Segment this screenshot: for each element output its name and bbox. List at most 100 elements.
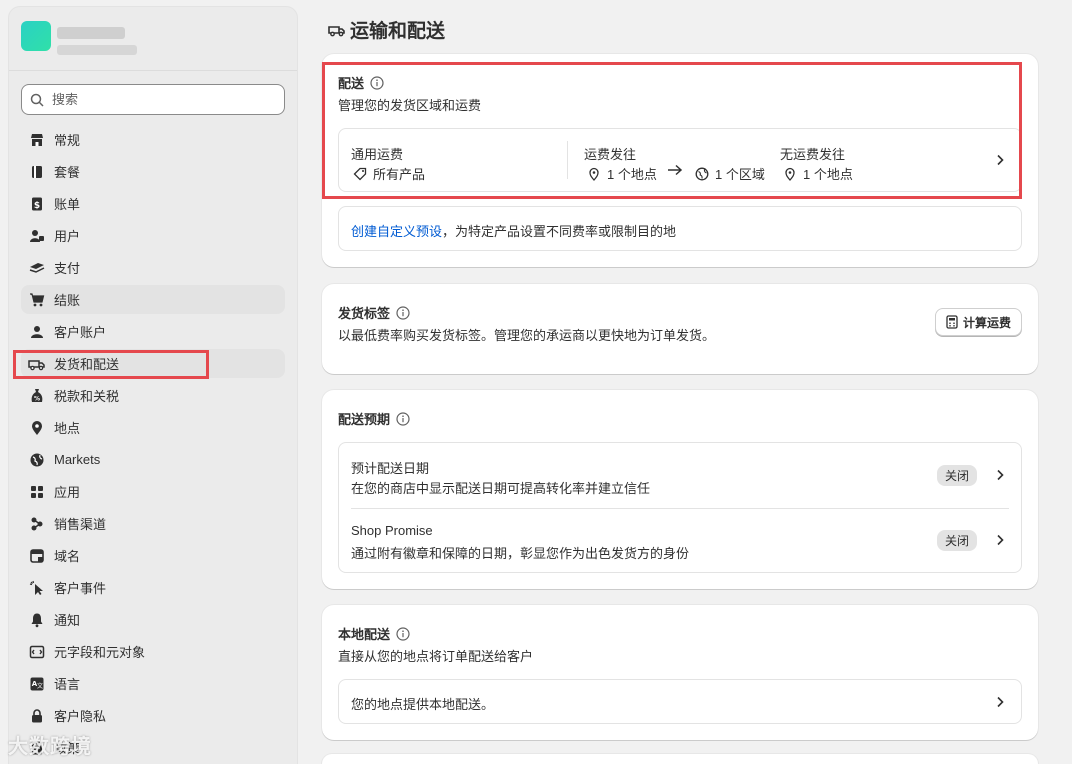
domain-icon <box>27 546 47 566</box>
tag-icon <box>353 167 367 180</box>
truck-icon <box>27 354 47 374</box>
info-icon[interactable] <box>396 626 410 641</box>
person-icon <box>27 322 47 342</box>
cursor-icon <box>27 578 47 598</box>
lock-icon <box>27 706 47 726</box>
row-title: Shop Promise <box>351 523 433 538</box>
delivery-expectations-title: 配送预期 <box>338 409 410 428</box>
sidebar-item-checkout[interactable]: 结账 <box>21 285 285 314</box>
store-icon <box>27 130 47 150</box>
location-icon <box>27 418 47 438</box>
calculate-rates-button[interactable]: 计算运费 <box>934 308 1022 336</box>
one-zone-text: 1 个区域 <box>715 167 765 182</box>
sidebar-item-metafields[interactable]: 元字段和元对象 <box>21 637 285 666</box>
watermark-text: 大数跨境 <box>8 736 92 758</box>
location-pin-icon <box>589 167 599 181</box>
sidebar-item-taxes[interactable]: % 税款和关税 <box>21 381 285 410</box>
apps-icon <box>27 482 47 502</box>
next-card-partial <box>322 754 1038 764</box>
sidebar-item-general[interactable]: 常规 <box>21 125 285 154</box>
shipping-title-text: 配送 <box>338 76 365 91</box>
sidebar-item-notifications[interactable]: 通知 <box>21 605 285 634</box>
cart-icon <box>27 290 47 310</box>
local-delivery-desc: 直接从您的地点将订单配送给客户 <box>338 649 534 664</box>
sidebar-item-label: 发货和配送 <box>54 357 120 372</box>
delivery-expectations-list: 预计配送日期 在您的商店中显示配送日期可提高转化率并建立信任 关闭 Shop P… <box>338 442 1022 573</box>
page-title-text: 运输和配送 <box>350 21 446 42</box>
sidebar-item-label: 常规 <box>54 133 81 148</box>
sidebar-item-customer-accounts[interactable]: 客户账户 <box>21 317 285 346</box>
custom-profile-row: 创建自定义预设，为特定产品设置不同费率或限制目的地 <box>338 206 1022 251</box>
sidebar-item-label: 账单 <box>54 197 81 212</box>
ship-to-zones: 1 个区域 <box>695 164 765 183</box>
delivery-expectations-card: 配送预期 预计配送日期 在您的商店中显示配送日期可提高转化率并建立信任 关闭 S… <box>322 390 1038 589</box>
shop-promise-row[interactable]: Shop Promise 通过附有徽章和保障的日期，彰显您作为出色发货方的身份 … <box>339 508 1021 573</box>
sidebar-item-payments[interactable]: 支付 <box>21 253 285 282</box>
calculator-icon <box>946 315 958 329</box>
sidebar-item-domains[interactable]: 域名 <box>21 541 285 570</box>
sidebar-item-users[interactable]: 用户 <box>21 221 285 250</box>
search-input[interactable] <box>52 92 272 107</box>
sidebar-item-label: 客户隐私 <box>54 709 107 724</box>
svg-text:%: % <box>34 395 40 402</box>
chevron-right-icon[interactable] <box>995 534 1005 546</box>
sidebar-item-sales-channels[interactable]: 销售渠道 <box>21 509 285 538</box>
sidebar-item-label: 客户事件 <box>54 581 107 596</box>
location-pin-icon <box>785 167 795 181</box>
svg-text:文: 文 <box>37 682 43 690</box>
info-icon[interactable] <box>396 411 410 426</box>
general-rates-row[interactable]: 通用运费 所有产品 运费发往 1 个地点 1 个区域 无运费发往 1 个地点 <box>338 128 1022 192</box>
sidebar-item-billing[interactable]: $ 账单 <box>21 189 285 218</box>
sidebar-item-locations[interactable]: 地点 <box>21 413 285 442</box>
sidebar-item-languages[interactable]: A文 语言 <box>21 669 285 698</box>
sidebar-item-label: 套餐 <box>54 165 81 180</box>
delivery-expectations-title-text: 配送预期 <box>338 412 391 427</box>
sidebar-item-label: 税款和关税 <box>54 389 120 404</box>
store-header[interactable] <box>9 7 297 71</box>
payments-icon <box>27 258 47 278</box>
sidebar-item-markets[interactable]: Markets <box>21 445 285 474</box>
sidebar-item-plan[interactable]: 套餐 <box>21 157 285 186</box>
one-location-text: 1 个地点 <box>607 167 657 182</box>
search-icon <box>30 93 44 107</box>
labels-card-title: 发货标签 <box>338 303 410 322</box>
sidebar-item-apps[interactable]: 应用 <box>21 477 285 506</box>
status-badge: 关闭 <box>936 465 977 486</box>
sidebar-item-customer-events[interactable]: 客户事件 <box>21 573 285 602</box>
shipping-card-title: 配送 <box>338 73 384 92</box>
sidebar-item-label: 销售渠道 <box>54 517 107 532</box>
channels-icon <box>27 514 47 534</box>
sidebar-item-label: 用户 <box>54 229 81 244</box>
local-delivery-row[interactable]: 您的地点提供本地配送。 <box>338 679 1022 724</box>
all-products-value: 所有产品 <box>353 164 425 183</box>
bell-icon <box>27 610 47 630</box>
free-shipping-label: 无运费发往 <box>780 147 846 162</box>
chevron-right-icon[interactable] <box>995 154 1005 166</box>
create-custom-profile-link[interactable]: 创建自定义预设 <box>351 224 442 239</box>
sidebar-item-label: 域名 <box>54 549 81 564</box>
sidebar-item-shipping[interactable]: 发货和配送 <box>21 349 285 378</box>
sidebar-item-label: 支付 <box>54 261 81 276</box>
page-title: 运输和配送 <box>328 16 445 43</box>
status-badge: 关闭 <box>936 530 977 551</box>
shipping-card-desc: 管理您的发货区域和运费 <box>338 98 482 113</box>
search-field[interactable] <box>21 84 285 115</box>
store-url-blurred <box>57 45 137 55</box>
plan-icon <box>27 162 47 182</box>
shipping-labels-card: 发货标签 以最低费率购买发货标签。管理您的承运商以更快地为订单发货。 计算运费 <box>322 284 1038 374</box>
chevron-right-icon[interactable] <box>995 696 1005 708</box>
local-delivery-title-text: 本地配送 <box>338 627 391 642</box>
estimated-delivery-row[interactable]: 预计配送日期 在您的商店中显示配送日期可提高转化率并建立信任 关闭 <box>339 443 1021 508</box>
labels-card-desc: 以最低费率购买发货标签。管理您的承运商以更快地为订单发货。 <box>338 328 716 343</box>
info-icon[interactable] <box>396 305 410 320</box>
info-icon[interactable] <box>370 75 384 90</box>
chevron-right-icon[interactable] <box>995 469 1005 481</box>
row-desc: 在您的商店中显示配送日期可提高转化率并建立信任 <box>351 481 651 496</box>
users-icon <box>27 226 47 246</box>
billing-icon: $ <box>27 194 47 214</box>
store-logo <box>21 21 51 51</box>
sidebar-item-customer-privacy[interactable]: 客户隐私 <box>21 701 285 730</box>
language-icon: A文 <box>27 674 47 694</box>
sidebar-item-label: 通知 <box>54 613 81 628</box>
local-delivery-row-text: 您的地点提供本地配送。 <box>351 697 495 712</box>
